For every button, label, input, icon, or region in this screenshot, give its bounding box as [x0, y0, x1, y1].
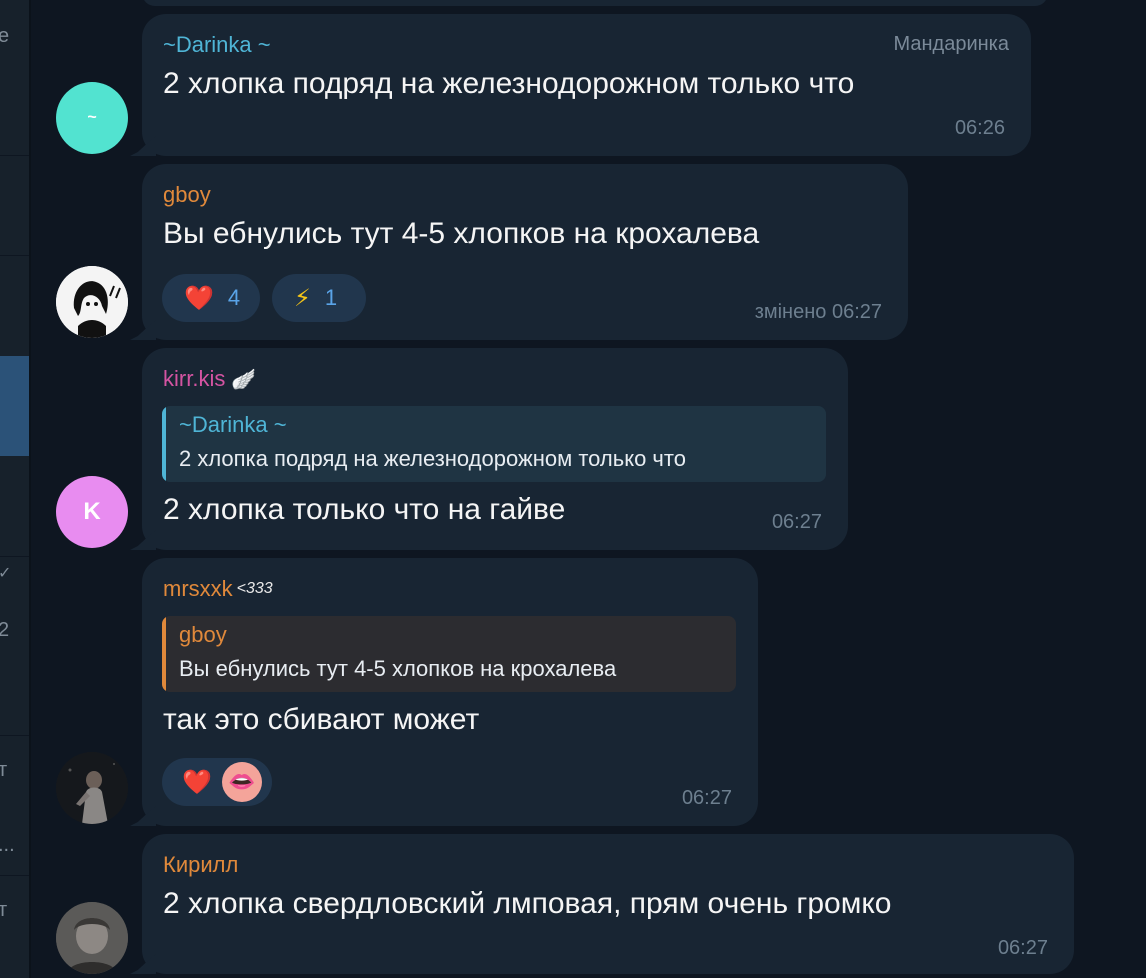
- message-bubble[interactable]: kirr.kis 🪽 ~Darinka ~ 2 хлопка подряд на…: [130, 348, 848, 550]
- sidebar-divider: [0, 556, 29, 557]
- sender-name[interactable]: Кирилл: [163, 852, 238, 878]
- reply-text: 2 хлопка подряд на железнодорожном тольк…: [179, 446, 686, 471]
- bubble-tail: [130, 136, 156, 156]
- reply-sender: gboy: [179, 622, 227, 647]
- sender-badge: <333: [236, 580, 273, 597]
- message-text: 2 хлопка свердловский лмповая, прям очен…: [163, 887, 892, 920]
- sidebar-fragment: ...: [0, 834, 15, 856]
- avatar-drawing-icon: [56, 266, 128, 338]
- avatar[interactable]: [56, 902, 128, 974]
- avatar[interactable]: [56, 752, 128, 824]
- sidebar-divider: [0, 255, 29, 256]
- sender-name[interactable]: ~Darinka ~: [163, 32, 271, 58]
- message-text: Вы ебнулись тут 4-5 хлопков на крохалева: [163, 217, 760, 250]
- message-bubble[interactable]: ~Darinka ~ Мандаринка 2 хлопка подряд на…: [130, 14, 1031, 156]
- reaction-lightning[interactable]: ⚡ 1: [272, 274, 366, 322]
- reply-quote[interactable]: gboy Вы ебнулись тут 4-5 хлопков на крох…: [162, 616, 736, 692]
- message-bubble[interactable]: gboy Вы ебнулись тут 4-5 хлопков на крох…: [130, 164, 908, 340]
- lightning-icon: ⚡: [294, 284, 311, 312]
- heart-icon: ❤️: [182, 768, 212, 796]
- message-time: 06:27: [997, 937, 1048, 959]
- avatar[interactable]: ~: [56, 82, 128, 154]
- sidebar-border: [29, 0, 31, 978]
- avatar-letter: ~: [87, 109, 97, 126]
- avatar-letter: K: [83, 498, 101, 525]
- sender-row: kirr.kis 🪽: [163, 366, 256, 392]
- sidebar-divider: [0, 735, 29, 736]
- avatar[interactable]: [56, 266, 128, 338]
- bubble-tail: [130, 954, 156, 974]
- bubble-tail: [130, 320, 156, 340]
- message-time: змінено 06:27: [754, 301, 882, 323]
- previous-message-bubble[interactable]: [142, 0, 1048, 6]
- message-time: 06:26: [954, 117, 1005, 139]
- reply-sender: ~Darinka ~: [179, 412, 287, 437]
- reply-text: Вы ебнулись тут 4-5 хлопков на крохалева: [179, 656, 617, 681]
- sidebar-divider: [0, 155, 29, 156]
- sidebar-fragment: т: [0, 899, 8, 921]
- message-time: 06:27: [771, 511, 822, 533]
- sender-name[interactable]: kirr.kis: [163, 366, 225, 392]
- sidebar-divider: [0, 875, 29, 876]
- avatar-photo-icon: [56, 902, 128, 974]
- avatar[interactable]: K: [56, 476, 128, 548]
- sidebar-fragment: т: [0, 759, 8, 781]
- reply-bar: [162, 406, 166, 482]
- lips-icon: 👄: [221, 762, 262, 802]
- message-time: 06:27: [681, 787, 732, 809]
- reply-quote[interactable]: ~Darinka ~ 2 хлопка подряд на железнодор…: [162, 406, 826, 482]
- sender-name[interactable]: mrsxxk: [163, 576, 233, 602]
- sidebar-fragment: ✓: [0, 565, 12, 582]
- lips-emoji: 👄: [228, 769, 256, 794]
- reaction-count: 4: [227, 285, 241, 310]
- reaction-heart[interactable]: ❤️ 4: [162, 274, 260, 322]
- message-bubble[interactable]: mrsxxk <333 gboy Вы ебнулись тут 4-5 хло…: [130, 558, 758, 826]
- chat-list-sidebar: e ✓ 2 т ... т: [0, 0, 29, 978]
- reaction-count: 1: [324, 285, 338, 310]
- avatar-photo-icon: [56, 752, 128, 824]
- heart-icon: ❤️: [184, 284, 214, 312]
- admin-title: Мандаринка: [893, 33, 1010, 55]
- message-text: 2 хлопка подряд на железнодорожном тольк…: [163, 67, 855, 100]
- message-text: 2 хлопка только что на гайве: [163, 493, 566, 526]
- reply-bar: [162, 616, 166, 692]
- bubble-tail: [130, 806, 156, 826]
- sidebar-fragment: e: [0, 25, 10, 47]
- sender-row: mrsxxk <333: [163, 576, 273, 602]
- sidebar-fragment: 2: [0, 619, 10, 641]
- message-bubble[interactable]: Кирилл 2 хлопка свердловский лмповая, пр…: [130, 834, 1074, 974]
- reaction-group[interactable]: ❤️ 👄: [162, 758, 272, 806]
- sender-name[interactable]: gboy: [163, 182, 211, 208]
- sidebar-item-active[interactable]: [0, 356, 29, 456]
- bubble-tail: [130, 530, 156, 550]
- message-text: так это сбивают может: [163, 703, 480, 736]
- wing-icon: 🪽: [231, 368, 257, 391]
